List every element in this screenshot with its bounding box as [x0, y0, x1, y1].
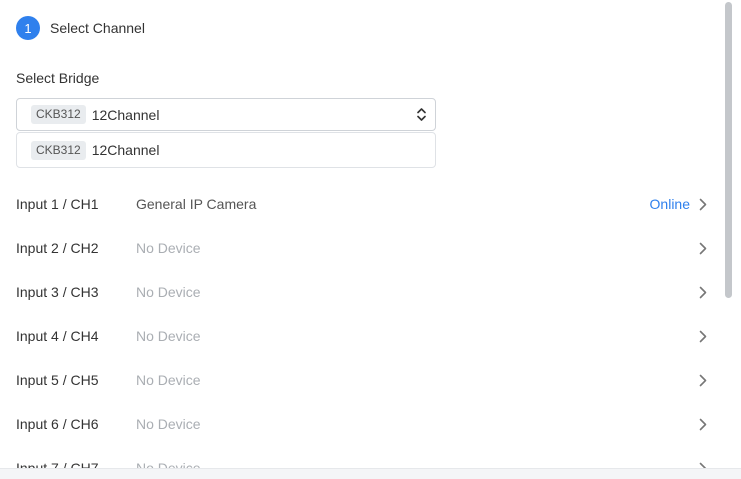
channel-input-label: Input 3 / CH3 — [16, 284, 99, 300]
channel-device-name: General IP Camera — [136, 196, 257, 212]
chevron-right-icon — [699, 330, 707, 342]
channel-row[interactable]: Input 5 / CH5 No Device — [0, 358, 723, 402]
select-arrows-icon — [417, 108, 426, 121]
bridge-model-tag: CKB312 — [31, 105, 86, 124]
chevron-right-icon — [699, 242, 707, 254]
chevron-right-icon — [699, 198, 707, 210]
bridge-option-tag: CKB312 — [31, 140, 86, 160]
channel-input-label: Input 2 / CH2 — [16, 240, 99, 256]
scrollbar-thumb[interactable] — [725, 2, 732, 298]
step-number-badge: 1 — [16, 16, 40, 40]
channel-row[interactable]: Input 4 / CH4 No Device — [0, 314, 723, 358]
channel-row[interactable]: Input 7 / CH7 No Device — [0, 446, 723, 468]
chevron-right-icon — [699, 286, 707, 298]
channel-row[interactable]: Input 6 / CH6 No Device — [0, 402, 723, 446]
channel-input-label: Input 6 / CH6 — [16, 416, 99, 432]
chevron-right-icon — [699, 374, 707, 386]
channel-device-name: No Device — [136, 416, 201, 432]
channel-device-name: No Device — [136, 372, 201, 388]
channel-device-name: No Device — [136, 284, 201, 300]
channel-row[interactable]: Input 2 / CH2 No Device — [0, 226, 723, 270]
step-header: 1 Select Channel — [16, 16, 145, 40]
channel-input-label: Input 7 / CH7 — [16, 460, 99, 468]
step-title: Select Channel — [50, 20, 145, 36]
channel-device-name: No Device — [136, 460, 201, 468]
channel-status: Online — [649, 196, 690, 212]
chevron-right-icon — [699, 418, 707, 430]
select-bridge-label: Select Bridge — [16, 70, 100, 86]
channel-device-name: No Device — [136, 240, 201, 256]
channel-device-name: No Device — [136, 328, 201, 344]
channel-row[interactable]: Input 3 / CH3 No Device — [0, 270, 723, 314]
bottom-border — [0, 468, 741, 479]
bridge-select[interactable]: CKB312 12Channel — [16, 98, 436, 131]
channel-panel: 1 Select Channel Select Bridge CKB312 12… — [0, 0, 723, 468]
bridge-option-name: 12Channel — [91, 142, 160, 158]
channel-row[interactable]: Input 1 / CH1 General IP Camera Online — [0, 182, 723, 226]
channel-input-label: Input 4 / CH4 — [16, 328, 99, 344]
bridge-selected-name: 12Channel — [91, 106, 160, 123]
channel-input-label: Input 1 / CH1 — [16, 196, 99, 212]
bridge-option[interactable]: CKB312 12Channel — [16, 132, 436, 168]
channel-input-label: Input 5 / CH5 — [16, 372, 99, 388]
